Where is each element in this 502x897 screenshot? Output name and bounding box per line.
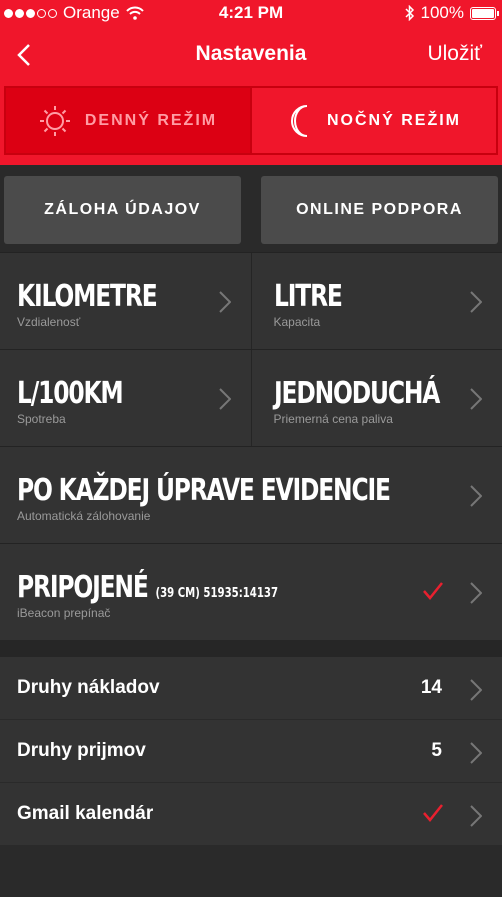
expense-types-label: Druhy nákladov (17, 677, 160, 698)
gmail-calendar-item[interactable]: Gmail kalendár (0, 783, 502, 846)
moon-icon (291, 104, 308, 137)
night-mode-label: NOČNÝ REŽIM (327, 111, 461, 129)
distance-unit-setting[interactable]: KILOMETRE Vzdialenosť (0, 253, 251, 349)
chevron-right-icon (470, 805, 482, 827)
checkmark-icon (423, 804, 443, 822)
gmail-calendar-label: Gmail kalendár (17, 803, 154, 824)
status-right: 100% (404, 3, 499, 23)
income-types-label: Druhy prijmov (17, 740, 146, 761)
online-support-button[interactable]: ONLINE PODPORA (261, 176, 498, 244)
section-divider (0, 640, 502, 657)
income-types-item[interactable]: Druhy prijmov 5 (0, 720, 502, 783)
auto-backup-label: Automatická zálohovanie (17, 509, 151, 523)
settings-row: L/100KM Spotreba JEDNODUCHÁ Priemerná ce… (0, 349, 502, 446)
chevron-right-icon (470, 388, 482, 410)
day-mode-option[interactable]: DENNÝ REŽIM (6, 88, 250, 153)
chevron-right-icon (470, 679, 482, 701)
fuel-price-setting[interactable]: JEDNODUCHÁ Priemerná cena paliva (250, 350, 502, 446)
chevron-right-icon (470, 291, 482, 313)
distance-unit-value: KILOMETRE (17, 279, 158, 314)
capacity-unit-value: LITRE (273, 279, 343, 314)
checkmark-icon (423, 582, 443, 600)
ibeacon-status: PRIPOJENÉ (17, 570, 149, 605)
chevron-right-icon (218, 388, 231, 410)
settings-row: PO KAŽDEJ ÚPRAVE EVIDENCIE Automatická z… (0, 446, 502, 543)
settings-grid: KILOMETRE Vzdialenosť LITRE Kapacita L/1… (0, 252, 502, 640)
fuel-price-value: JEDNODUCHÁ (273, 376, 440, 411)
sun-icon (39, 105, 70, 136)
chevron-right-icon (470, 485, 482, 507)
distance-unit-label: Vzdialenosť (17, 315, 81, 329)
auto-backup-value: PO KAŽDEJ ÚPRAVE EVIDENCIE (17, 473, 391, 508)
income-types-count: 5 (431, 740, 442, 761)
ibeacon-detail: (39 CM) 51935:14137 (155, 586, 279, 601)
chevron-right-icon (470, 742, 482, 764)
settings-row: KILOMETRE Vzdialenosť LITRE Kapacita (0, 252, 502, 349)
auto-backup-setting[interactable]: PO KAŽDEJ ÚPRAVE EVIDENCIE Automatická z… (0, 447, 502, 543)
chevron-right-icon (470, 582, 482, 604)
action-buttons: ZÁLOHA ÚDAJOV ONLINE PODPORA (4, 176, 498, 244)
ibeacon-setting[interactable]: PRIPOJENÉ (39 CM) 51935:14137 iBeacon pre… (0, 544, 502, 640)
consumption-unit-label: Spotreba (17, 412, 66, 426)
settings-row: PRIPOJENÉ (39 CM) 51935:14137 iBeacon pre… (0, 543, 502, 640)
fuel-price-label: Priemerná cena paliva (273, 412, 393, 426)
ibeacon-value: PRIPOJENÉ (39 CM) 51935:14137 (17, 570, 278, 605)
mode-toggle: DENNÝ REŽIM NOČNÝ REŽIM (4, 86, 498, 155)
ibeacon-label: iBeacon prepínač (17, 606, 111, 620)
consumption-unit-setting[interactable]: L/100KM Spotreba (0, 350, 251, 446)
battery-icon (470, 6, 499, 20)
backup-data-button[interactable]: ZÁLOHA ÚDAJOV (4, 176, 241, 244)
capacity-unit-label: Kapacita (273, 315, 321, 329)
battery-percent: 100% (420, 3, 464, 22)
options-list: Druhy nákladov 14 Druhy prijmov 5 Gmail … (0, 657, 502, 846)
expense-types-item[interactable]: Druhy nákladov 14 (0, 657, 502, 720)
save-button[interactable]: Uložiť (427, 42, 482, 66)
consumption-unit-value: L/100KM (17, 376, 124, 411)
bluetooth-icon (404, 5, 414, 21)
night-mode-option[interactable]: NOČNÝ REŽIM (250, 88, 496, 153)
status-bar: Orange 4:21 PM 100% (0, 0, 502, 26)
header-area: Orange 4:21 PM 100% Nastavenia Uložiť DE… (0, 0, 502, 165)
expense-types-count: 14 (420, 677, 442, 698)
capacity-unit-setting[interactable]: LITRE Kapacita (250, 253, 502, 349)
day-mode-label: DENNÝ REŽIM (84, 111, 218, 129)
chevron-right-icon (218, 291, 231, 313)
navigation-bar: Nastavenia Uložiť (0, 30, 502, 80)
